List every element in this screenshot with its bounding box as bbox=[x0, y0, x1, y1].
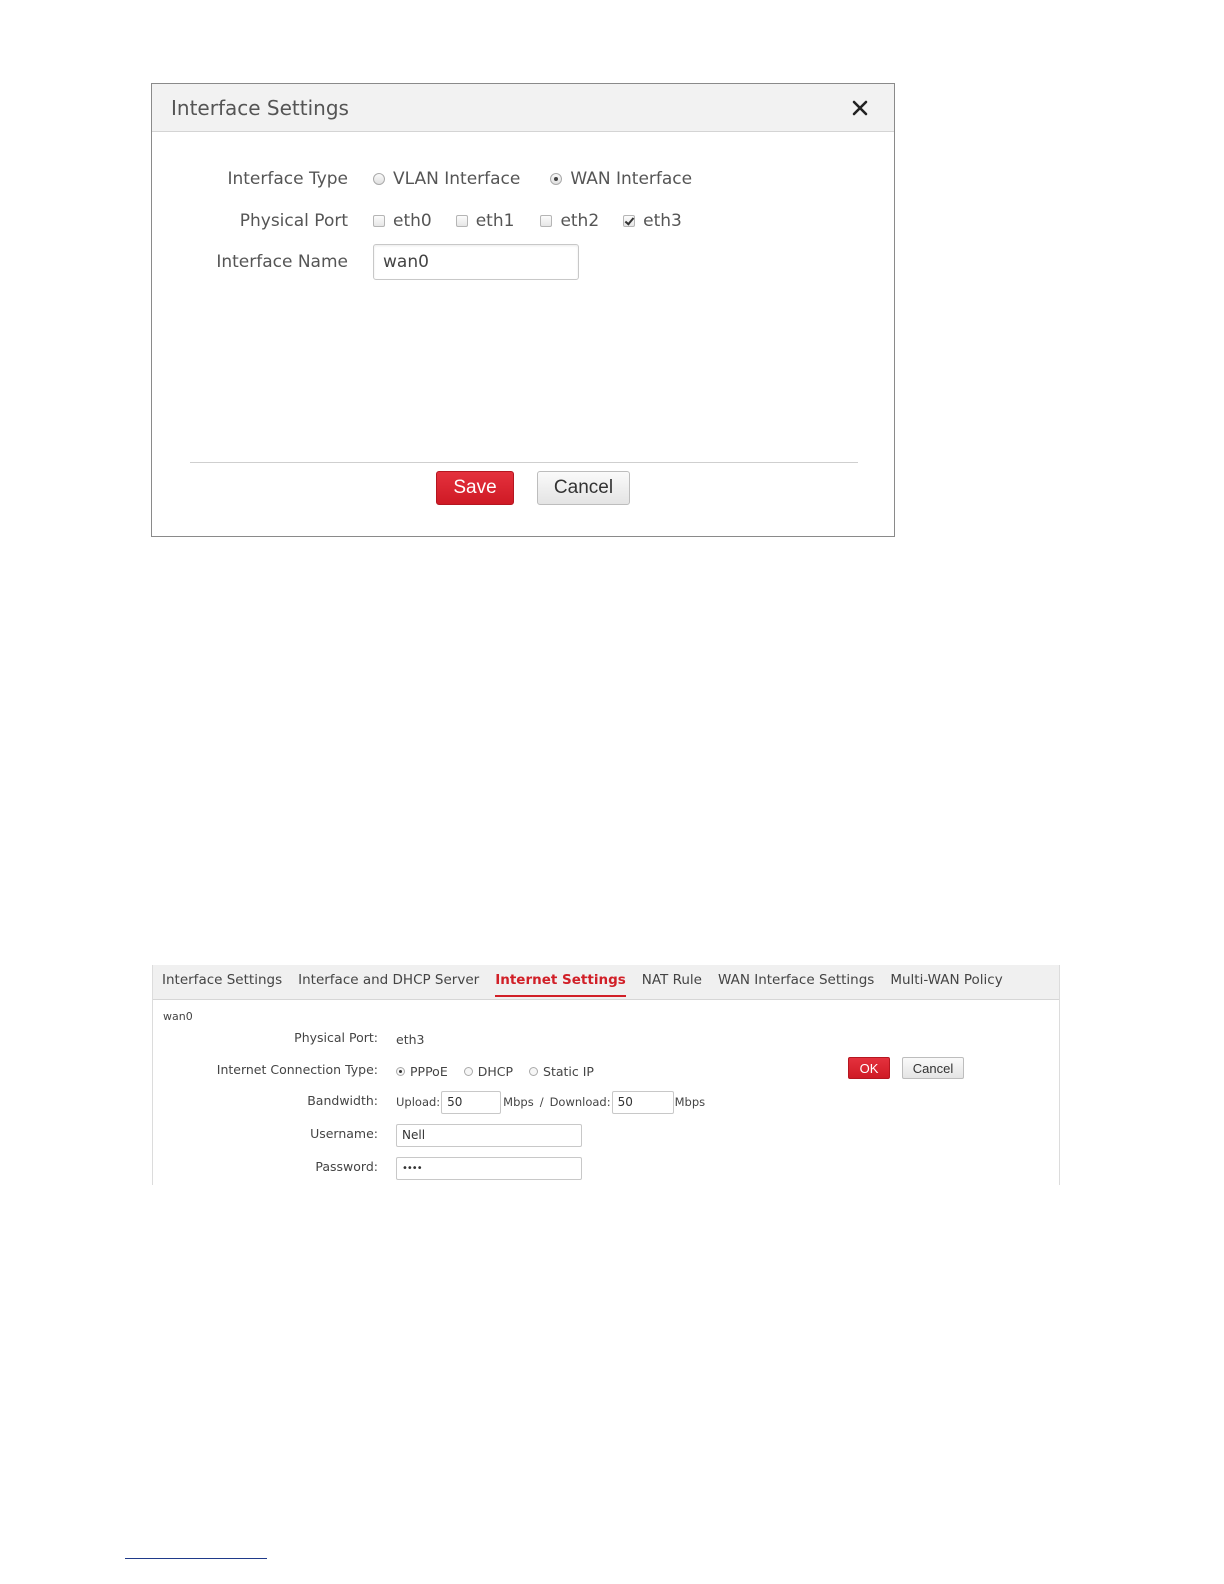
radio-selected-icon[interactable] bbox=[550, 173, 563, 185]
radio-icon[interactable] bbox=[463, 1066, 473, 1076]
vlan-interface-label: VLAN Interface bbox=[393, 169, 521, 189]
interface-settings-dialog: Interface Settings Interface Type VLAN I… bbox=[151, 83, 895, 537]
bandwidth-separator: / bbox=[539, 1095, 544, 1109]
upload-label: Upload: bbox=[396, 1095, 441, 1109]
pppoe-label: PPPoE bbox=[410, 1063, 448, 1079]
section-title: wan0 bbox=[163, 1010, 193, 1023]
port-eth1-checkbox[interactable]: eth1 bbox=[455, 211, 515, 231]
checkbox-icon[interactable] bbox=[373, 215, 385, 227]
port-eth3-checkbox[interactable]: eth3 bbox=[623, 211, 682, 231]
dhcp-radio[interactable]: DHCP bbox=[463, 1063, 514, 1079]
upload-input[interactable] bbox=[441, 1090, 502, 1114]
interface-name-label: Interface Name bbox=[216, 252, 348, 272]
footer-rule bbox=[125, 1558, 267, 1559]
cancel-button[interactable]: Cancel bbox=[537, 471, 630, 505]
static-ip-label: Static IP bbox=[543, 1063, 594, 1079]
close-icon[interactable] bbox=[850, 98, 870, 118]
port-eth0-checkbox[interactable]: eth0 bbox=[373, 211, 432, 231]
internet-settings-panel: Interface Settings Interface and DHCP Se… bbox=[152, 965, 1060, 1185]
tab-interface-dhcp-server[interactable]: Interface and DHCP Server bbox=[298, 965, 479, 999]
password-row: Password: bbox=[153, 1156, 1059, 1180]
tab-interface-settings[interactable]: Interface Settings bbox=[162, 965, 282, 999]
checkbox-checked-icon[interactable] bbox=[623, 215, 636, 227]
port-eth1-label: eth1 bbox=[475, 211, 515, 231]
tab-internet-settings[interactable]: Internet Settings bbox=[495, 965, 626, 999]
radio-selected-icon[interactable] bbox=[396, 1066, 405, 1076]
download-label: Download: bbox=[549, 1095, 611, 1109]
physical-port-row: Physical Port eth0 eth1 eth2 eth3 bbox=[152, 206, 894, 236]
tab-wan-interface-settings[interactable]: WAN Interface Settings bbox=[718, 965, 874, 999]
password-label: Password: bbox=[315, 1159, 378, 1174]
pppoe-radio[interactable]: PPPoE bbox=[396, 1064, 448, 1079]
tab-nat-rule[interactable]: NAT Rule bbox=[642, 965, 702, 999]
dialog-title: Interface Settings bbox=[171, 96, 349, 120]
interface-type-label: Interface Type bbox=[227, 169, 348, 189]
dialog-divider bbox=[190, 462, 858, 463]
interface-type-row: Interface Type VLAN Interface WAN Interf… bbox=[152, 164, 894, 194]
static-ip-radio[interactable]: Static IP bbox=[529, 1064, 594, 1079]
port-eth2-checkbox[interactable]: eth2 bbox=[540, 211, 599, 231]
port-eth2-label: eth2 bbox=[560, 211, 600, 231]
username-label: Username: bbox=[310, 1126, 378, 1141]
physical-port-value: eth3 bbox=[396, 1031, 425, 1047]
checkbox-icon[interactable] bbox=[455, 215, 468, 227]
physical-port-row: Physical Port: eth3 bbox=[153, 1027, 1059, 1051]
download-unit: Mbps bbox=[674, 1095, 706, 1109]
dhcp-label: DHCP bbox=[477, 1063, 514, 1079]
interface-name-input[interactable] bbox=[373, 244, 579, 280]
wan-interface-label: WAN Interface bbox=[570, 169, 693, 189]
save-button[interactable]: Save bbox=[436, 471, 514, 505]
checkbox-icon[interactable] bbox=[540, 215, 553, 227]
connection-type-label: Internet Connection Type: bbox=[216, 1062, 378, 1077]
dialog-header: Interface Settings bbox=[152, 84, 894, 132]
download-input[interactable] bbox=[611, 1090, 674, 1114]
tab-bar: Interface Settings Interface and DHCP Se… bbox=[153, 965, 1059, 1000]
cancel-button[interactable]: Cancel bbox=[902, 1057, 964, 1079]
bandwidth-label: Bandwidth: bbox=[307, 1093, 378, 1108]
upload-unit: Mbps bbox=[503, 1095, 534, 1109]
bandwidth-row: Bandwidth: Upload: Mbps / Download: Mbps bbox=[153, 1090, 1059, 1114]
radio-icon[interactable] bbox=[529, 1066, 539, 1076]
port-eth0-label: eth0 bbox=[393, 211, 432, 231]
interface-name-row: Interface Name bbox=[152, 244, 894, 280]
tab-multi-wan-policy[interactable]: Multi-WAN Policy bbox=[890, 965, 1002, 999]
username-row: Username: bbox=[153, 1123, 1059, 1147]
wan-interface-radio[interactable]: WAN Interface bbox=[550, 169, 692, 189]
vlan-interface-radio[interactable]: VLAN Interface bbox=[373, 169, 520, 189]
ok-button[interactable]: OK bbox=[848, 1057, 890, 1079]
password-input[interactable] bbox=[396, 1156, 582, 1180]
physical-port-label: Physical Port bbox=[239, 211, 348, 231]
port-eth3-label: eth3 bbox=[643, 211, 682, 231]
radio-icon[interactable] bbox=[373, 173, 385, 185]
username-input[interactable] bbox=[396, 1123, 582, 1147]
physical-port-label: Physical Port: bbox=[294, 1030, 378, 1045]
